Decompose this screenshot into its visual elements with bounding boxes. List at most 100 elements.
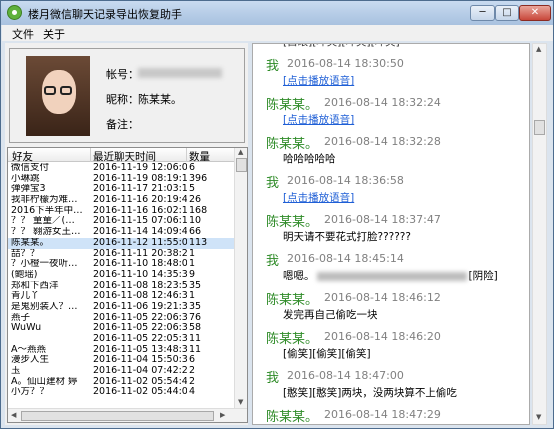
- scroll-down-arrow-icon[interactable]: ▼: [238, 398, 243, 406]
- table-row[interactable]: 微信支付 2016-11-19 12:06:00 6: [8, 163, 234, 174]
- scroll-up-arrow-icon[interactable]: ▲: [238, 148, 243, 156]
- chat-message-header: 陈某某。 2016-08-14 18:32:28: [253, 130, 529, 152]
- message-count-cell: 35: [189, 301, 202, 312]
- chat-message-header: 陈某某。 2016-08-14 18:32:24: [253, 91, 529, 113]
- table-row[interactable]: 玉 2016-11-04 07:42:27 2: [8, 366, 234, 377]
- friend-list[interactable]: 好友 最近聊天时间 数量 微信支付 2016-11-19 12:06:00 6 小琳跳…: [7, 147, 248, 423]
- close-icon: ✕: [530, 7, 540, 18]
- friend-list-vscrollbar[interactable]: ▲ ▼: [234, 148, 247, 408]
- nickname-label: 昵称：: [106, 93, 139, 106]
- minimize-icon: ─: [479, 7, 486, 18]
- friend-name-cell: 陈某某。: [11, 237, 50, 248]
- table-row[interactable]: 小琳跳 2016-11-19 08:19:19 396: [8, 174, 234, 185]
- friend-name-cell: 小方？？: [11, 387, 50, 398]
- title-bar[interactable]: 楼月微信聊天记录导出恢复助手 ─ □ ✕: [1, 1, 553, 25]
- maximize-button[interactable]: □: [495, 5, 519, 21]
- last-chat-time-cell: 2016-11-02 05:54:40: [93, 376, 187, 387]
- last-chat-time-cell: 2016-11-14 14:09:46: [93, 227, 187, 238]
- message-body: [憨笑][憨笑]两块，没两块算不上偷吃: [253, 383, 529, 403]
- message-body: 哈哈哈哈哈: [253, 149, 529, 169]
- table-row[interactable]: A～燕燕 2016-11-05 13:48:37 11: [8, 345, 234, 356]
- nickname-value: 陈某某。: [138, 93, 182, 106]
- chat-scroll-up-arrow-icon[interactable]: ▲: [536, 45, 541, 53]
- chat-message: 我 2016-08-14 18:45:14 嗯嗯。 [阴险]: [253, 247, 529, 286]
- message-count-cell: 35: [189, 280, 202, 291]
- message-count-cell: 10: [189, 216, 202, 227]
- play-voice-link[interactable]: [点击播放语音]: [283, 114, 354, 126]
- message-count-cell: 76: [189, 312, 202, 323]
- friend-list-hscroll-thumb[interactable]: [21, 411, 214, 421]
- last-chat-time-cell: 2016-11-04 15:50:31: [93, 355, 187, 366]
- account-value-blurred: [138, 68, 222, 78]
- table-row[interactable]: ？？ 童童／(… 2016-11-15 07:06:13 10: [8, 216, 234, 227]
- menu-file[interactable]: 文件: [12, 26, 34, 42]
- table-row[interactable]: 喆？？ 2016-11-11 20:38:20 1: [8, 249, 234, 260]
- table-row[interactable]: (鲍瑶) 2016-11-10 14:35:38 9: [8, 270, 234, 281]
- play-voice-link[interactable]: [点击播放语音]: [283, 192, 354, 204]
- scroll-right-arrow-icon[interactable]: ▶: [220, 411, 225, 419]
- last-chat-time-cell: 2016-11-06 19:21:32: [93, 301, 187, 312]
- message-count-cell: 2: [189, 376, 196, 387]
- minimize-button[interactable]: ─: [470, 5, 495, 21]
- friend-list-vscroll-thumb[interactable]: [236, 158, 247, 172]
- table-row[interactable]: A。仙山建材 婷 2016-11-02 05:54:40 2: [8, 377, 234, 388]
- last-chat-time-cell: 2016-11-12 11:55:01: [93, 237, 187, 248]
- message-count-cell: 2: [189, 366, 196, 377]
- close-button[interactable]: ✕: [519, 5, 551, 21]
- chat-vscroll-thumb[interactable]: [534, 120, 545, 135]
- chat-cut-off-text: [白眼][坏笑][坏笑][坏笑]: [253, 44, 529, 52]
- message-body: [点击播放语音]: [253, 110, 529, 130]
- table-row[interactable]: 2016-11-05 22:05:32 11: [8, 334, 234, 345]
- chat-history-panel[interactable]: [白眼][坏笑][坏笑][坏笑] 我2016-08-14 18:30:50[点击…: [252, 43, 530, 425]
- table-row[interactable]: 小方？？ 2016-11-02 05:44:08 4: [8, 387, 234, 398]
- table-row[interactable]: 我非柠檬为难… 2016-11-16 20:19:45 26: [8, 195, 234, 206]
- table-row[interactable]: 是鬼别装人？… 2016-11-06 19:21:32 35: [8, 302, 234, 313]
- table-row[interactable]: 郑和下西洋 2016-11-08 18:23:55 35: [8, 281, 234, 292]
- message-timestamp: 2016-08-14 18:32:28: [324, 135, 441, 148]
- avatar: [26, 56, 90, 136]
- table-row[interactable]: ？？ 翱游女王… 2016-11-14 14:09:46 66: [8, 227, 234, 238]
- menu-about[interactable]: 关于: [43, 26, 65, 42]
- chat-scroll-down-arrow-icon[interactable]: ▼: [536, 413, 541, 421]
- account-label: 帐号：: [106, 68, 139, 81]
- friend-name-cell: 漫步人生: [11, 355, 50, 366]
- column-header-count[interactable]: 数量: [189, 149, 210, 164]
- message-body: 嗯嗯。 [阴险]: [253, 266, 529, 286]
- chat-message: 我 2016-08-14 18:47:00 [憨笑][憨笑]两块，没两块算不上偷吃: [253, 364, 529, 403]
- message-timestamp: 2016-08-14 18:36:58: [287, 174, 404, 187]
- table-row[interactable]: 漫步人生 2016-11-04 15:50:31 6: [8, 355, 234, 366]
- friend-name-cell: 微信支付: [11, 163, 50, 173]
- message-body: [偷笑][偷笑][偷笑]: [253, 344, 529, 364]
- last-chat-time-cell: 2016-11-10 18:48:06: [93, 259, 187, 270]
- table-row[interactable]: 2016下半年中… 2016-11-16 16:02:13 168: [8, 206, 234, 217]
- friend-list-hscrollbar[interactable]: ◀ ▶: [8, 408, 247, 422]
- table-row[interactable]: 弹弹宝3 2016-11-17 21:03:12 5: [8, 184, 234, 195]
- note-label: 备注：: [106, 118, 139, 131]
- message-count-cell: 4: [189, 387, 196, 398]
- table-row[interactable]: 燕子 2016-11-05 22:06:35 76: [8, 313, 234, 324]
- friend-name-cell: 弹弹宝3: [11, 184, 46, 195]
- table-row[interactable]: WuWu 2016-11-05 22:06:35 58: [8, 323, 234, 334]
- table-row[interactable]: 青儿丫 2016-11-08 12:46:33 1: [8, 291, 234, 302]
- last-chat-time-cell: 2016-11-16 20:19:45: [93, 195, 187, 206]
- chat-message-header: 陈某某。 2016-08-14 18:46:12: [253, 286, 529, 308]
- message-timestamp: 2016-08-14 18:47:29: [324, 408, 441, 421]
- table-row[interactable]: 陈某某。 2016-11-12 11:55:01 113: [8, 237, 234, 249]
- message-timestamp: 2016-08-14 18:45:14: [287, 252, 404, 265]
- message-count-cell: 113: [189, 237, 208, 248]
- friend-name-cell: ？？ 翱游女王…: [11, 227, 81, 238]
- friend-rows: 微信支付 2016-11-19 12:06:00 6 小琳跳 2016-11-19 08…: [8, 163, 234, 398]
- message-count-cell: 396: [189, 173, 208, 184]
- chat-message: 陈某某。 2016-08-14 18:32:28 哈哈哈哈哈: [253, 130, 529, 169]
- play-voice-link[interactable]: [点击播放语音]: [283, 75, 354, 87]
- table-row[interactable]: ？小橙一夜听… 2016-11-10 18:48:06 1: [8, 259, 234, 270]
- last-chat-time-cell: 2016-11-11 20:38:20: [93, 248, 187, 259]
- scroll-left-arrow-icon[interactable]: ◀: [11, 411, 16, 419]
- message-text: 哈哈哈哈哈: [283, 153, 336, 165]
- message-timestamp: 2016-08-14 18:32:24: [324, 96, 441, 109]
- chat-message: 我 2016-08-14 18:30:50 [点击播放语音]: [253, 52, 529, 91]
- profile-box: 帐号： 昵称： 陈某某。 备注：: [9, 48, 245, 143]
- column-header-last-chat-time[interactable]: 最近聊天时间: [93, 149, 156, 164]
- chat-vscrollbar[interactable]: ▲ ▼: [532, 43, 547, 425]
- column-header-friend[interactable]: 好友: [12, 149, 33, 164]
